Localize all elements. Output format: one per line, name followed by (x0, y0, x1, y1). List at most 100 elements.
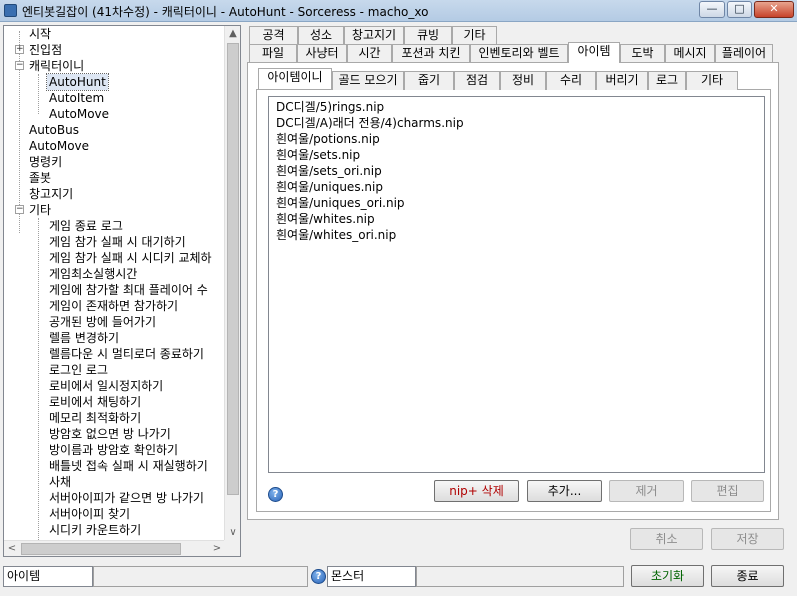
tree-item[interactable]: 방이름과 방암호 확인하기 (49, 442, 178, 458)
tab-inventory-belt[interactable]: 인벤토리와 벨트 (470, 44, 568, 63)
tree-item[interactable]: 로비에서 일시정지하기 (49, 378, 163, 394)
tab-maintenance[interactable]: 정비 (500, 71, 546, 90)
tab-item[interactable]: 아이템 (568, 42, 620, 63)
scroll-up-icon[interactable]: ▲ (225, 26, 241, 42)
scrollbar-thumb[interactable] (227, 43, 239, 495)
tree-horizontal-scrollbar[interactable]: < > (4, 540, 225, 556)
tree-item[interactable]: AutoBus (29, 122, 79, 138)
collapse-icon[interactable]: − (15, 61, 24, 70)
tab-stash[interactable]: 창고지기 (344, 26, 404, 45)
remove-button[interactable]: 제거 (609, 480, 684, 502)
scroll-down-icon[interactable]: ∨ (225, 525, 241, 541)
minimize-button[interactable]: — (699, 1, 725, 18)
tree-item-selected[interactable]: AutoHunt (46, 73, 109, 91)
scrollbar-corner (224, 540, 240, 556)
tree-item[interactable]: AutoMove (29, 138, 89, 154)
tree-item[interactable]: 렐름 변경하기 (49, 330, 119, 346)
close-button[interactable]: ✕ (754, 1, 794, 18)
tree-item[interactable]: 사채 (49, 474, 71, 490)
tree-item[interactable]: 기타 (29, 202, 51, 218)
tab-misc-top[interactable]: 기타 (452, 26, 497, 45)
tree-item[interactable]: 서버아이피 찾기 (49, 506, 130, 522)
tab-inspect[interactable]: 점검 (454, 71, 500, 90)
tree-item[interactable]: 로그인 로그 (49, 362, 108, 378)
tab-pickup[interactable]: 줍기 (404, 71, 454, 90)
add-button[interactable]: 추가... (527, 480, 602, 502)
scroll-right-icon[interactable]: > (209, 541, 225, 557)
list-item[interactable]: 흰여울/uniques.nip (276, 179, 383, 195)
help-icon[interactable]: ? (268, 487, 283, 502)
settings-tree[interactable]: + − − 시작 진입점 캐릭터이니 AutoHunt AutoItem Aut… (3, 25, 241, 557)
tab-repair[interactable]: 수리 (546, 71, 596, 90)
tree-item[interactable]: 메모리 최적화하기 (49, 410, 141, 426)
tab-gamble[interactable]: 도박 (620, 44, 665, 63)
tree-item[interactable]: 배틀넷 접속 실패 시 재실행하기 (49, 458, 208, 474)
tab-message[interactable]: 메시지 (665, 44, 715, 63)
status-field (93, 566, 308, 587)
monster-label: 몬스터 (327, 566, 416, 587)
tab-file[interactable]: 파일 (249, 44, 297, 63)
list-item[interactable]: DC디겔/A)래더 전용/4)charms.nip (276, 115, 464, 131)
tree-item[interactable]: 캐릭터이니 (29, 58, 84, 74)
reset-button[interactable]: 초기화 (631, 565, 704, 587)
tree-item[interactable]: 진입점 (29, 42, 62, 58)
title-bar: 엔티봇길잡이 (41차수정) - 캐릭터이니 - AutoHunt - Sorc… (0, 0, 797, 22)
tab-potion-chicken[interactable]: 포션과 치킨 (392, 44, 470, 63)
tab-shrine[interactable]: 성소 (298, 26, 344, 45)
edit-button[interactable]: 편집 (691, 480, 764, 502)
cancel-button[interactable]: 취소 (630, 528, 703, 550)
tree-item[interactable]: 창고지기 (29, 186, 73, 202)
tree-connector (38, 218, 39, 541)
list-item[interactable]: 흰여울/sets.nip (276, 147, 360, 163)
app-icon (4, 4, 17, 17)
tree-item[interactable]: 게임에 참가할 최대 플레이어 수 (49, 282, 208, 298)
collapse-icon[interactable]: − (15, 205, 24, 214)
tree-item[interactable]: 방암호 없으면 방 나가기 (49, 426, 171, 442)
save-button[interactable]: 저장 (711, 528, 784, 550)
tab-time[interactable]: 시간 (347, 44, 392, 63)
list-item[interactable]: 흰여울/sets_ori.nip (276, 163, 382, 179)
expand-icon[interactable]: + (15, 45, 24, 54)
tree-item[interactable]: 시작 (29, 26, 51, 42)
section-field: 아이템 (3, 566, 93, 587)
list-item[interactable]: DC디겔/5)rings.nip (276, 99, 384, 115)
help-icon[interactable]: ? (311, 569, 326, 584)
scroll-left-icon[interactable]: < (4, 541, 20, 557)
tree-item[interactable]: 게임 종료 로그 (49, 218, 123, 234)
tab-item-ini[interactable]: 아이템이니 (258, 68, 332, 89)
tab-log[interactable]: 로그 (648, 71, 686, 90)
tree-item[interactable]: 게임 참가 실패 시 대기하기 (49, 234, 186, 250)
tree-item[interactable]: AutoMove (49, 106, 109, 122)
nip-delete-button[interactable]: nip+ 삭제 (434, 480, 519, 502)
list-item[interactable]: 흰여울/whites.nip (276, 211, 375, 227)
tree-item[interactable]: 로비에서 채팅하기 (49, 394, 141, 410)
tree-item[interactable]: 게임이 존재하면 참가하기 (49, 298, 178, 314)
tree-item[interactable]: AutoItem (49, 90, 104, 106)
tree-item[interactable]: 게임최소실행시간 (49, 266, 137, 282)
exit-button[interactable]: 종료 (711, 565, 784, 587)
tree-vertical-scrollbar[interactable]: ▲ ∨ (224, 26, 240, 541)
tree-item[interactable]: 렐름다운 시 멀티로더 종료하기 (49, 346, 204, 362)
tab-player[interactable]: 플레이어 (715, 44, 773, 63)
tab-discard[interactable]: 버리기 (596, 71, 648, 90)
list-item[interactable]: 흰여울/potions.nip (276, 131, 380, 147)
tab-misc[interactable]: 기타 (686, 71, 738, 90)
list-item[interactable]: 흰여울/whites_ori.nip (276, 227, 396, 243)
tree-item[interactable]: 공개된 방에 들어가기 (49, 314, 156, 330)
tree-connector (38, 74, 39, 114)
tree-item[interactable]: 시디키 카운트하기 (49, 522, 141, 538)
tree-item[interactable]: 서버아이피가 같으면 방 나가기 (49, 490, 204, 506)
tree-item[interactable]: 게임 참가 실패 시 시디키 교체하 (49, 250, 212, 266)
tab-attack[interactable]: 공격 (249, 26, 298, 45)
tree-content: + − − 시작 진입점 캐릭터이니 AutoHunt AutoItem Aut… (4, 26, 225, 541)
maximize-button[interactable]: □ (727, 1, 752, 18)
tab-hunting-ground[interactable]: 사냥터 (297, 44, 347, 63)
list-item[interactable]: 흰여울/uniques_ori.nip (276, 195, 405, 211)
nip-file-list[interactable]: DC디겔/5)rings.nip DC디겔/A)래더 전용/4)charms.n… (268, 96, 765, 473)
tree-item[interactable]: 졸봇 (29, 170, 51, 186)
tab-gold-collect[interactable]: 골드 모으기 (332, 71, 404, 90)
tab-cube[interactable]: 큐빙 (404, 26, 452, 45)
tree-item[interactable]: 명령키 (29, 154, 62, 170)
scrollbar-thumb[interactable] (21, 543, 181, 555)
monster-field (416, 566, 624, 587)
